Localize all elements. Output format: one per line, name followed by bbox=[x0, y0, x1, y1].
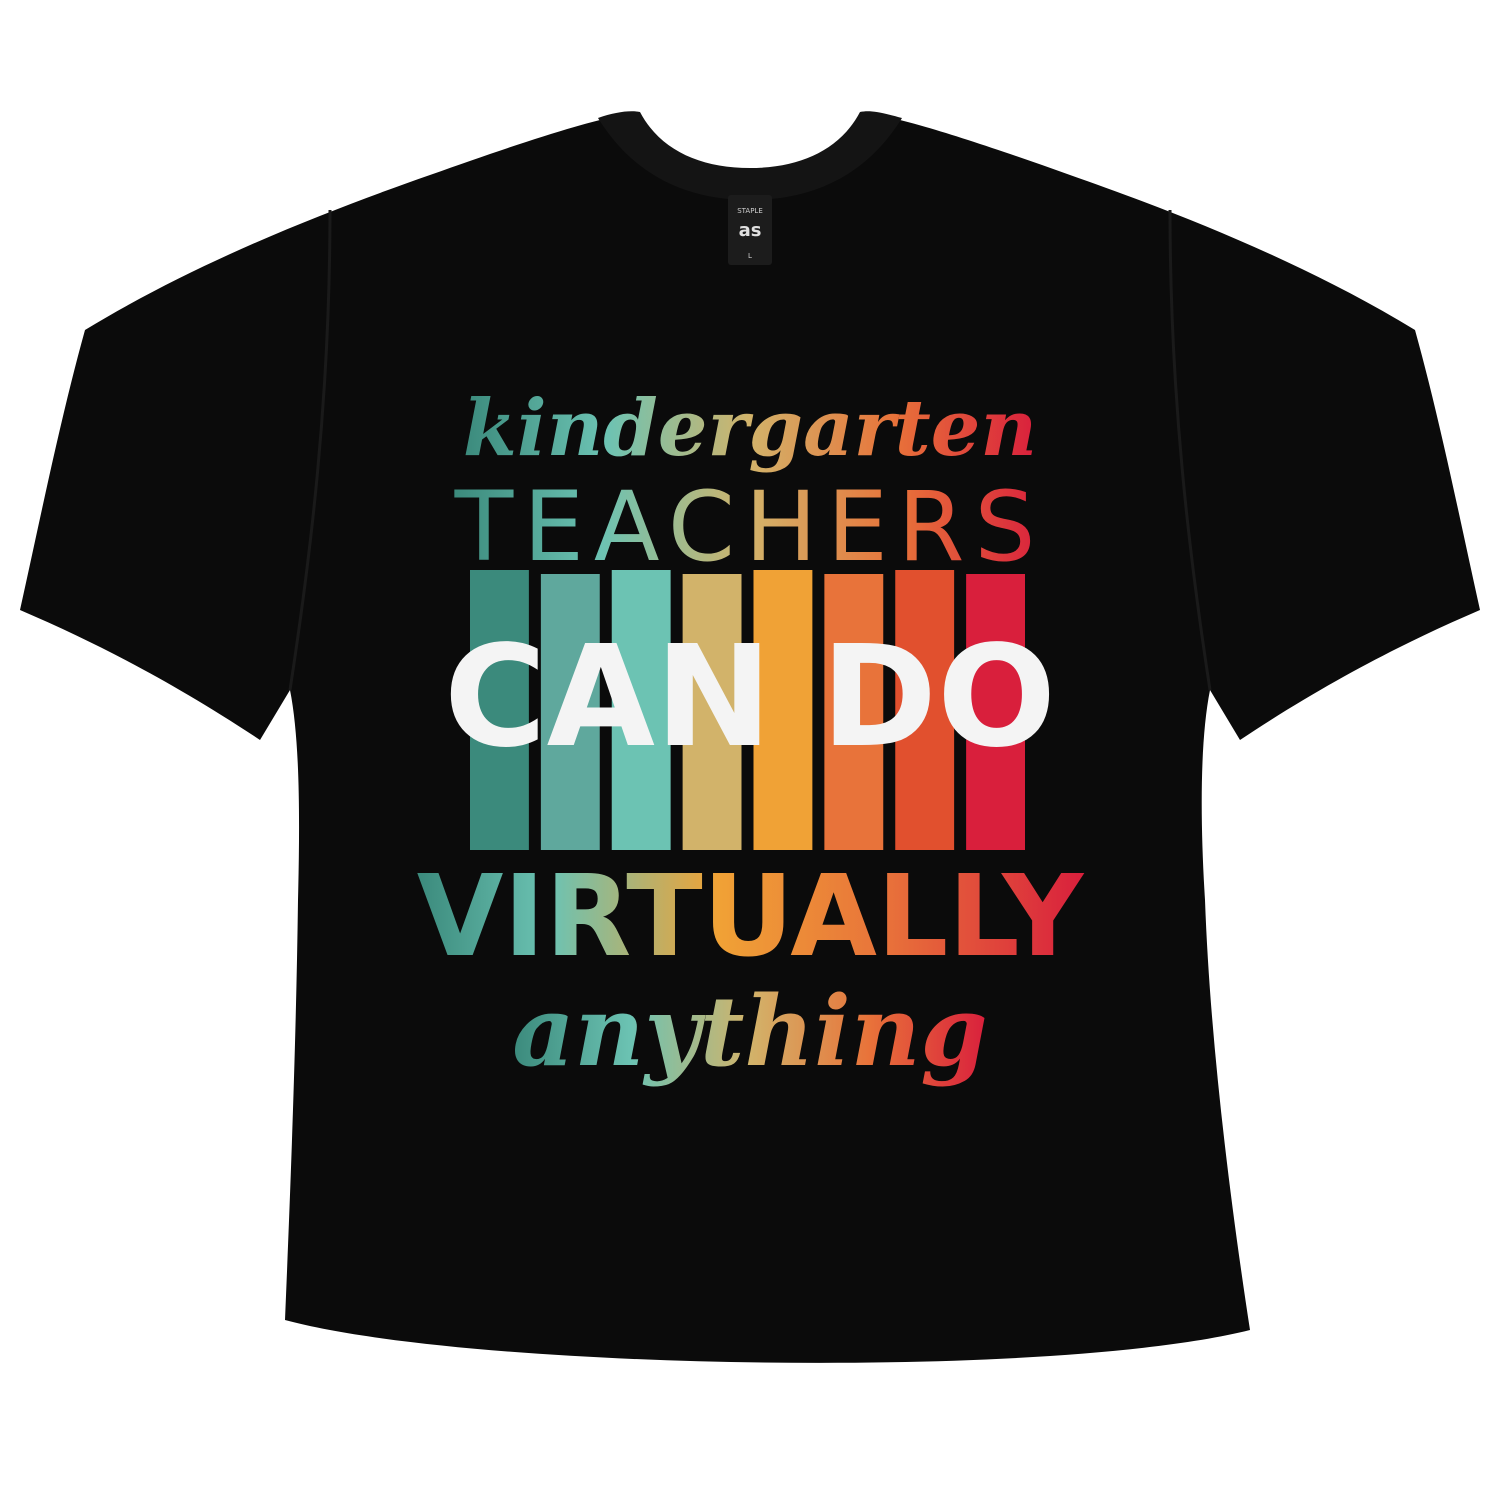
design-line-can-do: CAN DO bbox=[444, 616, 1056, 779]
label-logo-icon: as bbox=[739, 220, 762, 241]
design-line-virtually: VIRTUALLY bbox=[417, 852, 1085, 982]
label-top-text: STAPLE bbox=[737, 207, 763, 215]
design-line-anything: anything bbox=[512, 975, 987, 1088]
design-line-kindergarten: kindergarten bbox=[463, 383, 1037, 474]
label-size-text: L bbox=[748, 252, 752, 260]
neck-label: STAPLE as L bbox=[728, 195, 772, 265]
t-shirt-scene: STAPLE as L kindergarten TEACHERS CAN DO… bbox=[20, 111, 1480, 1363]
shirt-graphic: kindergarten TEACHERS CAN DO VIRTUALLY a… bbox=[417, 383, 1085, 1088]
design-line-teachers: TEACHERS bbox=[454, 471, 1046, 583]
